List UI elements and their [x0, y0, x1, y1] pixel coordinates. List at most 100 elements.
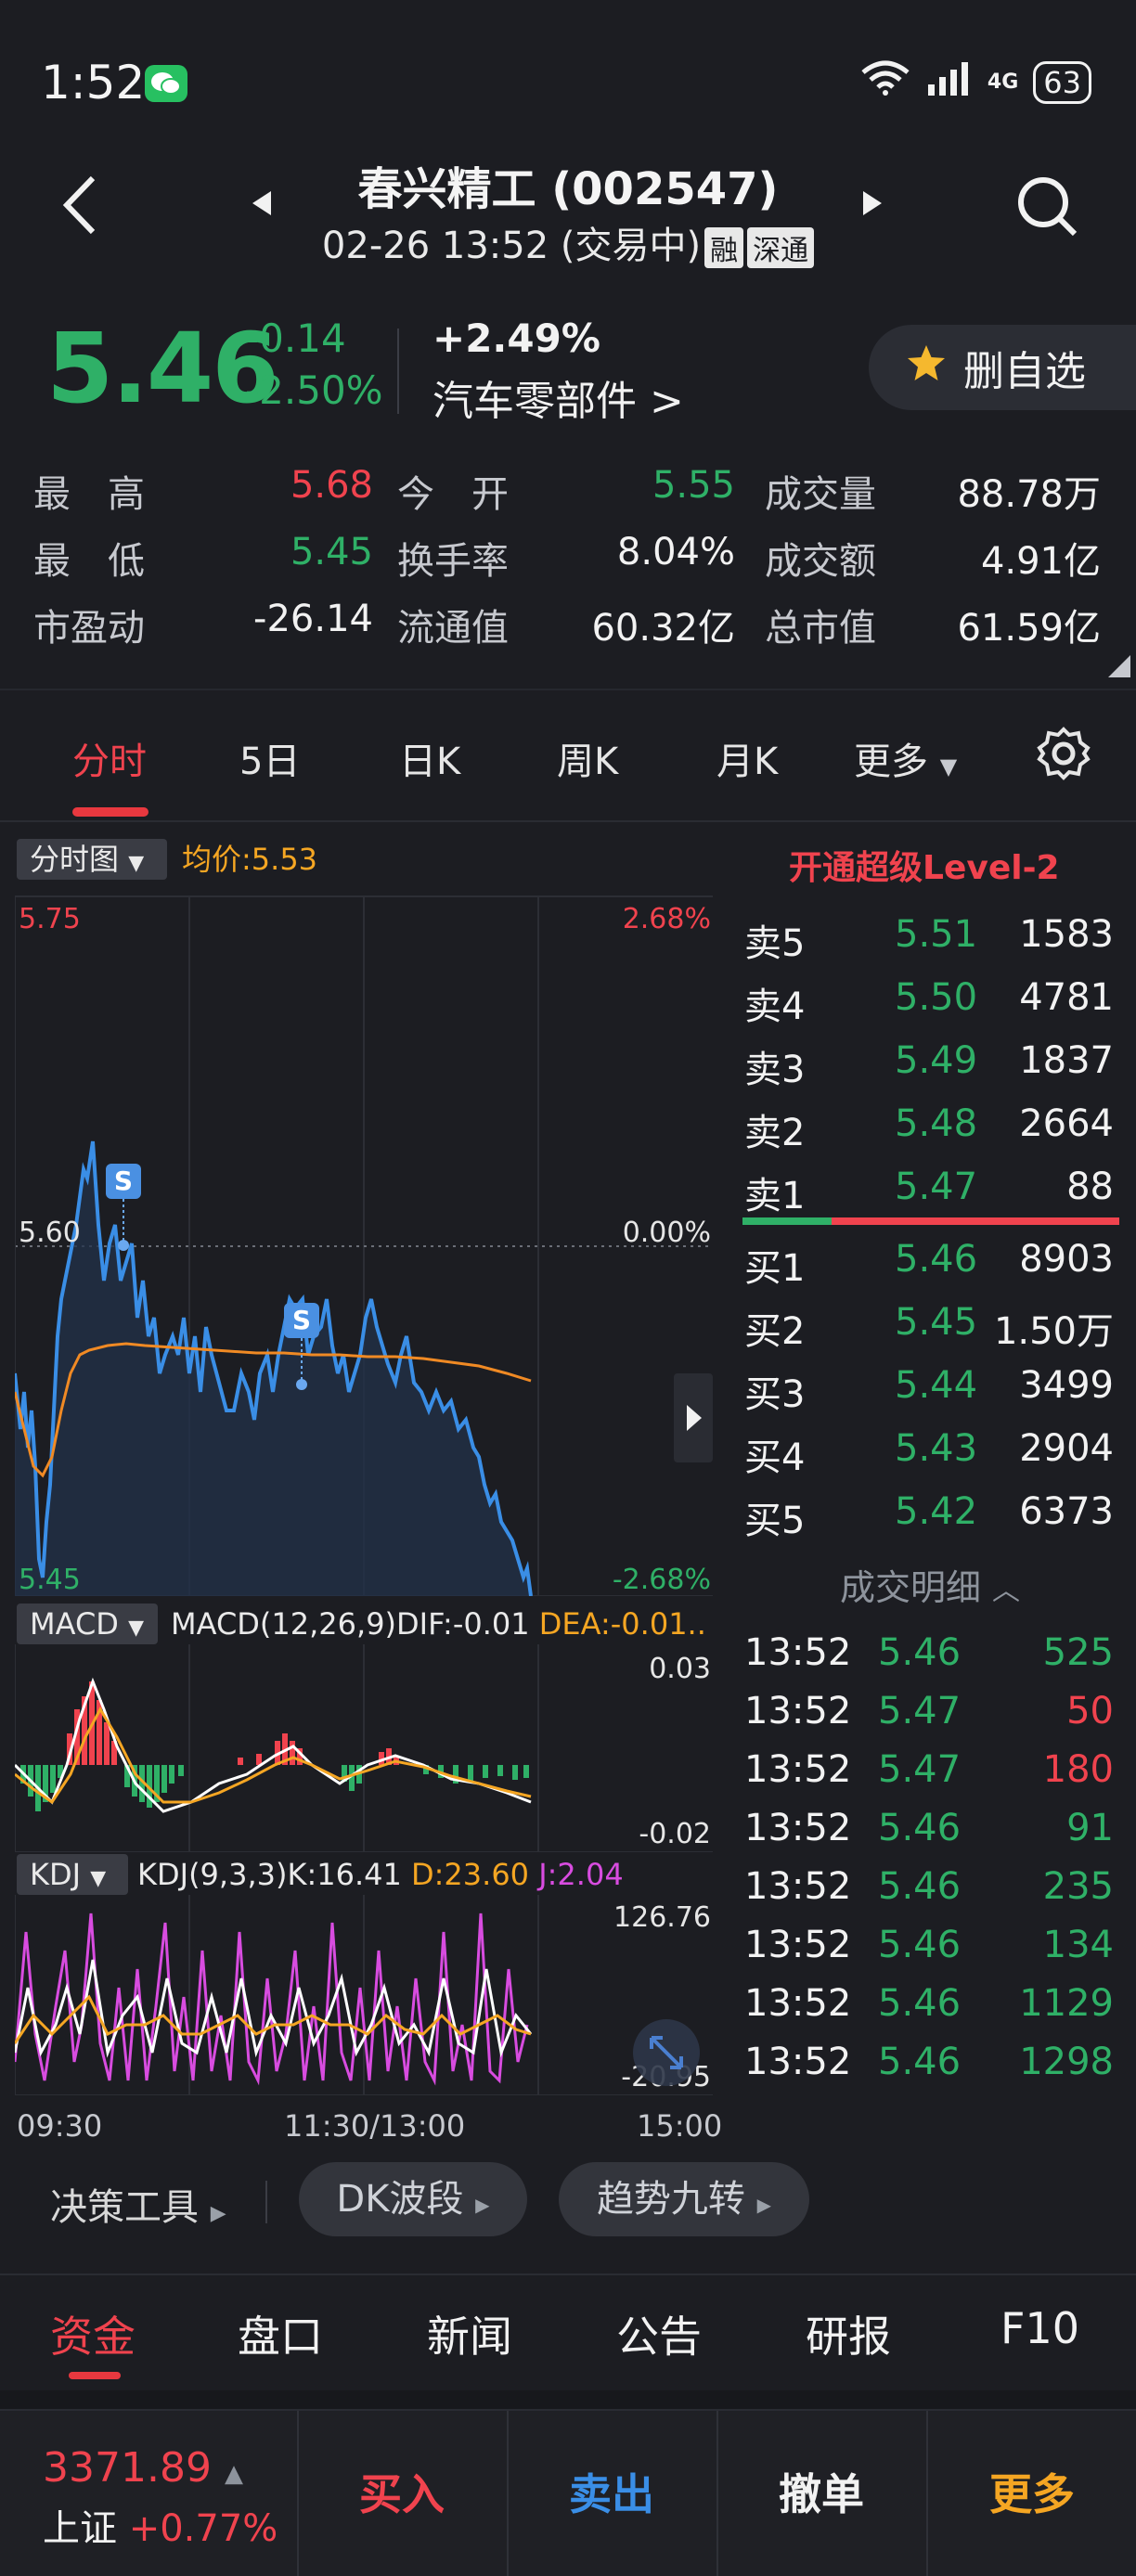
trade-price: 5.46	[878, 1924, 962, 1966]
order-price: 5.44	[895, 1364, 978, 1407]
bid-row[interactable]: 买2 5.45 1.50万	[742, 1294, 1117, 1357]
order-volume: 4781	[1019, 976, 1114, 1019]
order-price: 5.51	[895, 913, 978, 956]
order-volume: 2664	[1019, 1102, 1114, 1145]
tab-daily-k[interactable]: 日K	[399, 731, 460, 785]
bid-row[interactable]: 买1 5.46 8903	[742, 1230, 1117, 1294]
macd-selector[interactable]: MACD ▼	[17, 1604, 158, 1644]
stat-value: 8.04%	[616, 531, 735, 573]
trade-volume: 134	[1042, 1924, 1114, 1966]
tab-weekly-k[interactable]: 周K	[557, 731, 618, 785]
buy-button[interactable]: 买入	[299, 2411, 505, 2576]
bid-row[interactable]: 买3 5.44 3499	[742, 1357, 1117, 1420]
level2-upgrade-link[interactable]: 开通超级Level-2	[789, 841, 1060, 889]
macd-values: MACD(12,26,9)DIF:-0.01 DEA:-0.01...	[171, 1604, 709, 1644]
sell-button[interactable]: 卖出	[509, 2411, 715, 2576]
order-side: 卖2	[744, 1112, 806, 1154]
trade-row: 13:52 5.46 91	[742, 1803, 1117, 1861]
trade-price: 5.46	[878, 1631, 962, 1674]
ask-row[interactable]: 卖3 5.49 1837	[742, 1032, 1117, 1095]
more-button[interactable]: 更多	[928, 2411, 1136, 2576]
tab-5day[interactable]: 5日	[239, 731, 300, 785]
prev-stock-icon[interactable]	[249, 189, 275, 221]
tab-f10[interactable]: F10	[1000, 2303, 1079, 2353]
order-volume: 1.50万	[993, 1310, 1114, 1353]
stat-label: 流通值	[397, 607, 509, 650]
index-value[interactable]: 3371.89 ▲	[43, 2444, 243, 2492]
bid-ratio-bar	[742, 1217, 832, 1225]
expand-panel-icon[interactable]	[674, 1373, 713, 1462]
fullscreen-icon[interactable]	[633, 2019, 700, 2086]
caret-down-icon: ▼	[90, 1867, 107, 1890]
back-icon[interactable]	[56, 173, 108, 238]
kdj-selector[interactable]: KDJ ▼	[17, 1854, 128, 1895]
kdj-params: KDJ(9,3,3)	[137, 1857, 288, 1892]
tab-monthly-k[interactable]: 月K	[716, 731, 778, 785]
intraday-chart[interactable]: S S 5.75 5.60 5.45 2.68% 0.00% -2.68%	[15, 891, 713, 1596]
tab-order-book[interactable]: 盘口	[238, 2303, 323, 2364]
signal-4g-icon: 4G	[987, 71, 1019, 94]
stock-title: 春兴精工 (002547)	[357, 163, 779, 215]
status-bar: 1:52 4G 63	[0, 0, 1136, 158]
triangle-up-icon: ▲	[224, 2460, 243, 2488]
trade-price: 5.46	[878, 1807, 962, 1849]
price-area-fill	[15, 1141, 531, 1596]
index-name-row: 上证 +0.77%	[43, 2498, 278, 2552]
bid-row[interactable]: 买5 5.42 6373	[742, 1483, 1117, 1546]
stat-label: 今 开	[397, 473, 509, 516]
order-price: 5.46	[895, 1238, 978, 1281]
next-stock-icon[interactable]	[859, 189, 885, 221]
tab-funds[interactable]: 资金	[50, 2303, 136, 2364]
decision-tools-button[interactable]: 决策工具 ▶	[50, 2177, 226, 2231]
status-time: 1:52	[41, 56, 146, 109]
order-volume: 3499	[1019, 1364, 1114, 1407]
ask-row[interactable]: 卖5 5.51 1583	[742, 906, 1117, 969]
kdj-axis-top: 126.76	[613, 1901, 711, 1934]
stock-subtitle: 02-26 13:52 (交易中) 融深通	[278, 215, 858, 269]
order-price: 5.47	[895, 1166, 978, 1208]
sector-link[interactable]: 汽车零部件 >	[432, 367, 684, 427]
tab-intraday[interactable]: 分时	[72, 731, 147, 785]
macd-dea: DEA:-0.01...	[538, 1606, 709, 1642]
trade-time: 13:52	[744, 1865, 852, 1908]
trade-price: 5.46	[878, 2041, 962, 2083]
stat-label: 市盈动	[33, 607, 145, 650]
trade-time: 13:52	[744, 1924, 852, 1966]
trade-detail-toggle[interactable]: 成交明细 ︿	[742, 1559, 1117, 1610]
ask-row[interactable]: 卖1 5.47 88	[742, 1158, 1117, 1221]
chart-tab-bar: 分时 5日 日K 周K 月K 更多 ▼	[0, 689, 1136, 822]
remove-favorite-label: 删自选	[963, 348, 1086, 395]
macd-axis-top: 0.03	[649, 1653, 711, 1685]
tab-news[interactable]: 新闻	[427, 2303, 512, 2364]
kdj-d: D:23.60	[411, 1857, 530, 1892]
tab-research[interactable]: 研报	[806, 2303, 891, 2364]
bid-row[interactable]: 买4 5.43 2904	[742, 1420, 1117, 1483]
tab-announcements[interactable]: 公告	[616, 2303, 702, 2364]
active-tab-indicator	[69, 2372, 121, 2379]
ask-row[interactable]: 卖2 5.48 2664	[742, 1095, 1117, 1158]
macd-params: MACD(12,26,9)	[171, 1606, 397, 1642]
settings-icon[interactable]	[1036, 726, 1091, 785]
dk-band-pill[interactable]: DK波段 ▶	[299, 2162, 527, 2236]
remove-favorite-button[interactable]: 删自选	[869, 325, 1136, 410]
kdj-j: J:2.04	[538, 1857, 624, 1892]
chart-type-selector[interactable]: 分时图 ▼	[17, 839, 167, 880]
order-volume: 1583	[1019, 913, 1114, 956]
tab-more[interactable]: 更多 ▼	[854, 731, 957, 785]
wechat-icon	[145, 65, 187, 102]
price-change: -0.14	[245, 316, 346, 361]
trend-nine-label: 趋势九转	[596, 2178, 745, 2221]
stat-label: 总市值	[765, 607, 876, 650]
system-icons: 4G 63	[859, 59, 1091, 105]
trend-nine-pill[interactable]: 趋势九转 ▶	[559, 2162, 809, 2236]
caret-right-icon: ▶	[210, 2202, 226, 2225]
cancel-order-button[interactable]: 撤单	[718, 2411, 924, 2576]
trade-detail-label: 成交明细	[839, 1567, 981, 1608]
search-icon[interactable]	[1015, 174, 1080, 243]
kdj-selector-label: KDJ	[30, 1857, 82, 1892]
order-volume: 2904	[1019, 1427, 1114, 1470]
macd-histogram	[20, 1681, 529, 1811]
ask-row[interactable]: 卖4 5.50 4781	[742, 969, 1117, 1032]
order-price: 5.45	[895, 1301, 978, 1344]
expand-corner-icon[interactable]	[1108, 655, 1130, 681]
